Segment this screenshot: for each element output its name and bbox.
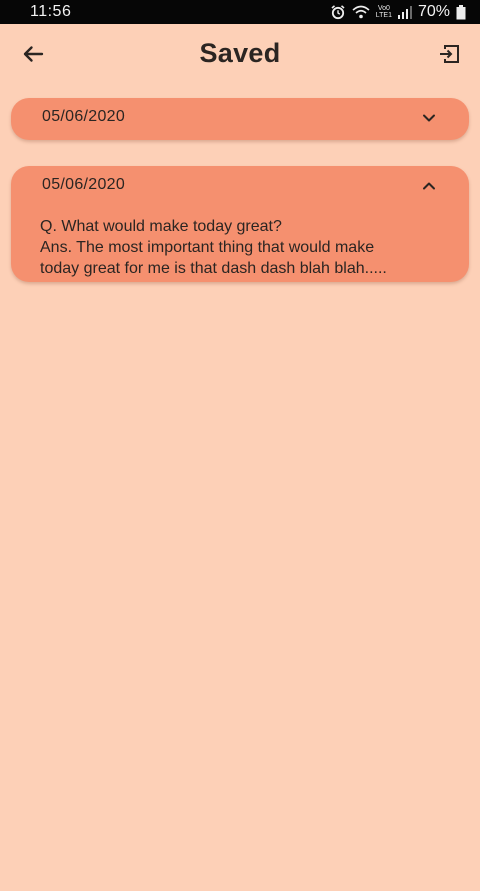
status-time: 11:56	[30, 3, 72, 20]
battery-icon	[456, 4, 466, 20]
saved-entry-header[interactable]: 05/06/2020	[11, 98, 469, 138]
chevron-up-icon[interactable]	[421, 179, 437, 193]
entry-answer-line: Ans. The most important thing that would…	[40, 239, 375, 256]
network-type-label: Vo0 LTE1	[376, 5, 392, 19]
alarm-icon	[330, 4, 346, 20]
chevron-down-icon[interactable]	[421, 111, 437, 125]
app-bar: Saved	[0, 24, 480, 84]
entry-content: Q. What would make today great? Ans. The…	[40, 216, 451, 279]
status-bar: 11:56 Vo0 LTE1 70%	[0, 0, 480, 24]
saved-entry-card[interactable]: 05/06/2020	[11, 98, 469, 140]
entry-answer-line: today great for me is that dash dash bla…	[40, 260, 387, 277]
saved-entry-header[interactable]: 05/06/2020	[11, 166, 469, 206]
entry-question: Q. What would make today great?	[40, 218, 282, 235]
saved-entry-card-expanded[interactable]: 05/06/2020 Q. What would make today grea…	[11, 166, 469, 282]
status-icons: Vo0 LTE1 70%	[330, 3, 466, 21]
network-volte-text: Vo0	[377, 5, 390, 12]
signal-icon	[397, 5, 412, 19]
logout-icon	[440, 45, 459, 63]
entry-date: 05/06/2020	[42, 176, 126, 193]
battery-percent: 70%	[417, 3, 450, 20]
logout-button[interactable]	[434, 40, 464, 68]
network-lte-text: LTE1	[375, 12, 392, 19]
page-title: Saved	[199, 38, 281, 68]
entry-date: 05/06/2020	[42, 108, 126, 125]
wifi-icon	[352, 5, 370, 19]
